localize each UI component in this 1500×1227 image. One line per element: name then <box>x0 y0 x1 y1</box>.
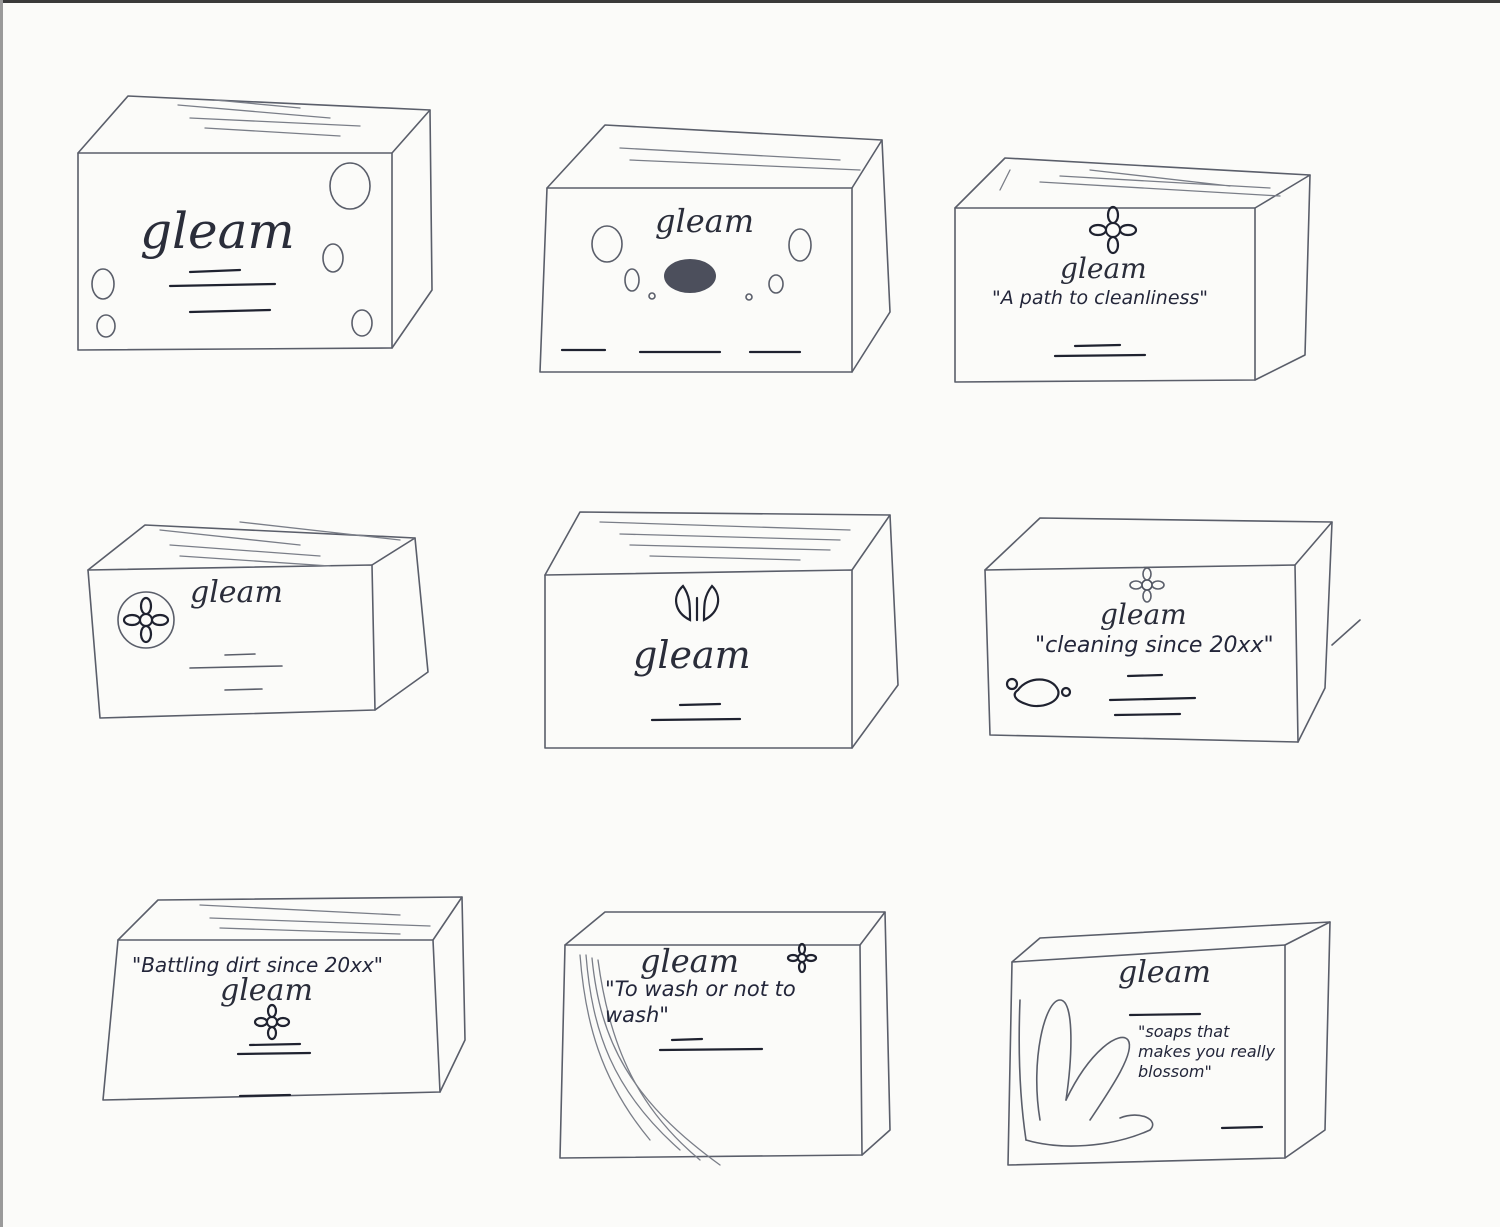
box-sketch-9: gleam "soaps that makes you really bloss… <box>1007 921 1331 1166</box>
box-sketch-5: gleam <box>544 511 899 749</box>
slogan-text: "soaps that makes you really blossom" <box>1138 1022 1275 1081</box>
bunny-ears-icon <box>1018 999 1154 1147</box>
soap-bar-icon <box>664 259 716 293</box>
box-sketch-4: gleam <box>87 521 429 719</box>
brand-label: gleam <box>220 973 313 1008</box>
slogan-box: "To wash or not to wash" <box>605 977 796 1027</box>
box-sketch-1: gleam <box>77 95 433 351</box>
leaf-logo-icon <box>675 584 720 622</box>
brand-label: gleam <box>190 575 283 610</box>
box-sketch-3: gleam "A path to cleanliness" <box>954 157 1311 383</box>
sketch-sheet: gleam gleam gleam "A path to cleanliness… <box>77 95 1361 1166</box>
daisy-flower-icon <box>253 1003 291 1041</box>
slogan-text: "To wash or not to wash" <box>605 977 796 1027</box>
brand-label: gleam <box>640 942 739 980</box>
brand-label: gleam <box>633 633 751 677</box>
brand-label: gleam <box>655 202 754 240</box>
box-sketch-7: "Battling dirt since 20xx" gleam <box>102 896 466 1101</box>
brand-label: gleam <box>1060 252 1147 285</box>
slogan-box: "soaps that makes you really blossom" <box>1138 1022 1275 1081</box>
flower-cluster-icon <box>1005 677 1072 708</box>
box-sketch-8: gleam "To wash or not to wash" <box>559 911 891 1166</box>
flower-emblem-icon <box>117 591 175 649</box>
daisy-flower-icon <box>786 942 818 974</box>
slogan-text: "A path to cleanliness" <box>992 287 1208 309</box>
box-sketch-2: gleam <box>539 124 891 373</box>
daisy-flower-icon <box>1088 205 1138 255</box>
brand-label: gleam <box>1100 598 1187 631</box>
brand-label: gleam <box>1118 955 1211 990</box>
box-sketch-6: gleam "cleaning since 20xx" <box>984 517 1361 743</box>
daisy-flower-icon <box>1129 567 1165 603</box>
slogan-text: "cleaning since 20xx" <box>1035 633 1274 658</box>
brand-label: gleam <box>140 202 295 260</box>
